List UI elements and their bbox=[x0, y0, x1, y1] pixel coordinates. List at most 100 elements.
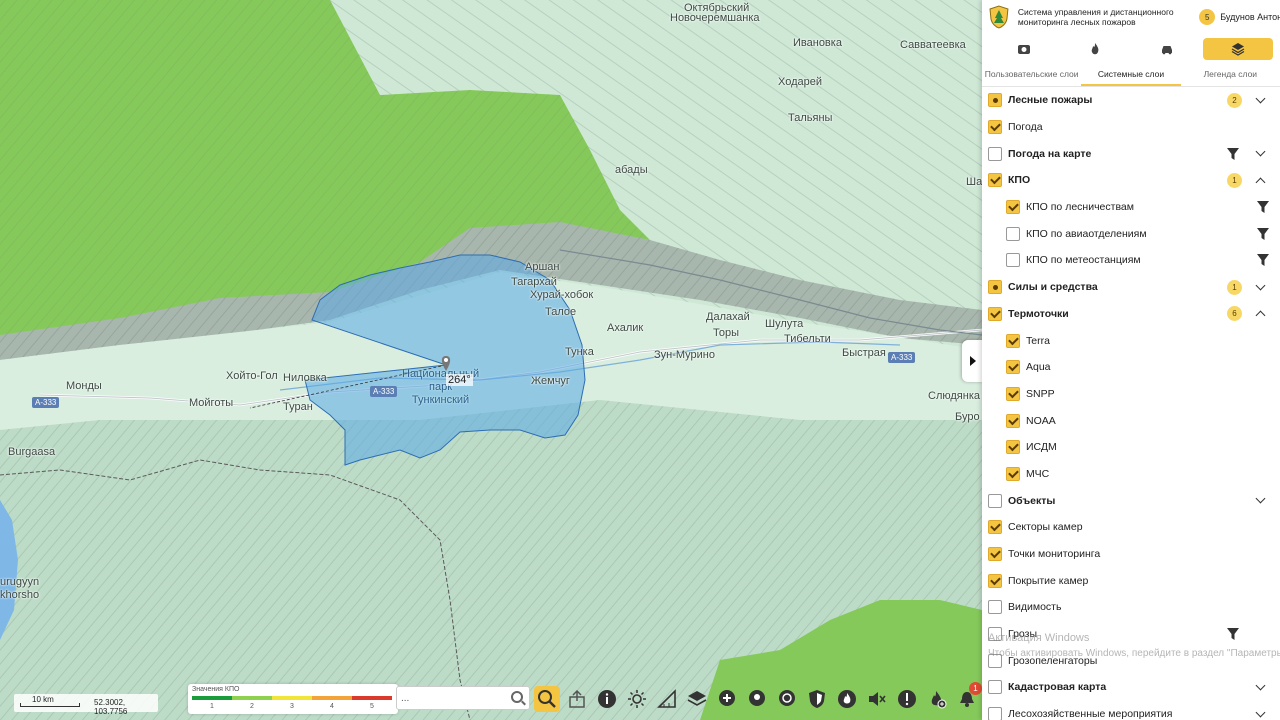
layer-row[interactable]: Погода bbox=[982, 114, 1280, 141]
layer-checkbox[interactable] bbox=[1006, 333, 1020, 348]
layer-row[interactable]: Точки мониторинга bbox=[982, 541, 1280, 568]
map-search-input[interactable]: ... bbox=[396, 686, 530, 710]
layer-count-badge: 1 bbox=[1227, 279, 1242, 295]
chevron-down-icon[interactable] bbox=[1255, 680, 1266, 691]
layer-checkbox[interactable] bbox=[988, 120, 1002, 135]
tab-vehicles[interactable] bbox=[1132, 38, 1202, 60]
place-label-bystraya: Быстрая bbox=[842, 347, 886, 359]
kpo-tick-labels: 1 2 3 4 5 bbox=[192, 703, 392, 710]
layer-row[interactable]: Силы и средства 1 bbox=[982, 274, 1280, 301]
map-canvas[interactable]: Октябрьский Новочеремшанка Ивановка Саввате… bbox=[0, 0, 982, 720]
layer-checkbox[interactable] bbox=[988, 680, 1002, 695]
layer-row[interactable]: МЧС bbox=[982, 461, 1280, 488]
tab-cameras[interactable] bbox=[989, 38, 1059, 60]
layer-checkbox[interactable] bbox=[1006, 253, 1020, 268]
panel-icon-tabs bbox=[982, 34, 1280, 64]
layer-label: Погода на карте bbox=[1008, 147, 1092, 160]
tab-fires[interactable] bbox=[1060, 38, 1130, 60]
layer-checkbox[interactable] bbox=[1006, 226, 1020, 241]
filter-icon[interactable] bbox=[1256, 253, 1270, 267]
filter-icon[interactable] bbox=[1256, 227, 1270, 241]
layer-checkbox[interactable] bbox=[988, 493, 1002, 508]
layer-checkbox[interactable] bbox=[1006, 466, 1020, 481]
add-point-button[interactable] bbox=[714, 686, 740, 712]
layer-label: Объекты bbox=[1008, 494, 1056, 507]
layer-row[interactable]: Terra bbox=[982, 327, 1280, 354]
layer-row[interactable]: КПО по авиаотделениям bbox=[982, 220, 1280, 247]
layer-row[interactable]: Лесные пожары 2 bbox=[982, 87, 1280, 114]
weather-button[interactable] bbox=[624, 686, 650, 712]
chevron-up-icon[interactable] bbox=[1255, 177, 1266, 188]
layer-checkbox[interactable] bbox=[1006, 200, 1020, 215]
layer-checkbox[interactable] bbox=[988, 520, 1002, 535]
add-pin-icon bbox=[719, 690, 735, 706]
layer-checkbox[interactable] bbox=[988, 306, 1002, 321]
tab-layers[interactable] bbox=[1203, 38, 1274, 60]
layer-checkbox[interactable] bbox=[988, 173, 1002, 188]
place-label-ivanovka: Ивановка bbox=[793, 37, 842, 49]
layer-checkbox[interactable] bbox=[988, 600, 1002, 615]
filter-icon[interactable] bbox=[1226, 147, 1240, 161]
place-label-mondy: Монды bbox=[66, 380, 102, 392]
chevron-down-icon[interactable] bbox=[1255, 93, 1266, 104]
layer-row[interactable]: КПО 1 bbox=[982, 167, 1280, 194]
road-badge: A-333 bbox=[370, 386, 398, 397]
share-button[interactable] bbox=[564, 686, 590, 712]
add-fire-button[interactable] bbox=[924, 686, 950, 712]
layer-row[interactable]: Кадастровая карта bbox=[982, 674, 1280, 701]
layer-row[interactable]: Aqua bbox=[982, 354, 1280, 381]
camera-button[interactable] bbox=[744, 686, 770, 712]
layer-checkbox[interactable] bbox=[1006, 413, 1020, 428]
layer-row[interactable]: Секторы камер bbox=[982, 514, 1280, 541]
shield-button[interactable] bbox=[804, 686, 830, 712]
layer-list: Лесные пожары 2 Погода Погода на карте КПО 1 К… bbox=[982, 87, 1280, 720]
search-icon[interactable] bbox=[511, 691, 523, 703]
layer-row[interactable]: Лесохозяйственные мероприятия bbox=[982, 701, 1280, 720]
collapse-panel-button[interactable] bbox=[962, 340, 982, 382]
user-name[interactable]: Будунов Антон bbox=[1220, 12, 1280, 22]
fire-icon bbox=[1091, 43, 1099, 55]
sub-tab-1[interactable]: Системные слои bbox=[1081, 64, 1181, 86]
layer-row[interactable]: SNPP bbox=[982, 381, 1280, 408]
layer-checkbox[interactable] bbox=[988, 547, 1002, 562]
layer-checkbox[interactable] bbox=[1006, 440, 1020, 455]
layer-row[interactable]: Погода на карте bbox=[982, 140, 1280, 167]
layer-row[interactable]: NOAA bbox=[982, 407, 1280, 434]
layer-row[interactable]: Видимость bbox=[982, 594, 1280, 621]
sub-tab-0[interactable]: Пользовательские слои bbox=[982, 64, 1081, 86]
fire-button[interactable] bbox=[834, 686, 860, 712]
sub-tab-2[interactable]: Легенда слои bbox=[1181, 64, 1280, 86]
layer-checkbox[interactable] bbox=[988, 146, 1002, 161]
alert-button[interactable] bbox=[894, 686, 920, 712]
layer-checkbox[interactable] bbox=[988, 573, 1002, 588]
layer-row[interactable]: КПО по лесничествам bbox=[982, 194, 1280, 221]
layer-label: Terra bbox=[1026, 334, 1050, 347]
layer-row[interactable]: Объекты bbox=[982, 487, 1280, 514]
layers-button[interactable] bbox=[684, 686, 710, 712]
kpo-tick-label: 5 bbox=[370, 703, 374, 710]
layer-row[interactable]: Покрытие камер bbox=[982, 567, 1280, 594]
chevron-down-icon[interactable] bbox=[1255, 280, 1266, 291]
layer-row[interactable]: ИСДМ bbox=[982, 434, 1280, 461]
layer-row[interactable]: Термоточки 6 bbox=[982, 301, 1280, 328]
layer-checkbox[interactable] bbox=[988, 280, 1002, 295]
filter-icon[interactable] bbox=[1256, 200, 1270, 214]
chevron-up-icon[interactable] bbox=[1255, 310, 1266, 321]
layer-checkbox[interactable] bbox=[988, 707, 1002, 720]
mute-button[interactable] bbox=[864, 686, 890, 712]
layer-checkbox[interactable] bbox=[988, 93, 1002, 108]
zoom-search-button[interactable] bbox=[534, 686, 560, 712]
chevron-down-icon[interactable] bbox=[1255, 146, 1266, 157]
location-button[interactable] bbox=[774, 686, 800, 712]
measure-button[interactable] bbox=[654, 686, 680, 712]
notifications-button[interactable]: 1 bbox=[954, 682, 982, 712]
windows-activation-watermark: Активация Windows bbox=[988, 632, 1090, 644]
layer-checkbox[interactable] bbox=[1006, 360, 1020, 375]
info-button[interactable] bbox=[594, 686, 620, 712]
layer-checkbox[interactable] bbox=[1006, 386, 1020, 401]
chevron-down-icon[interactable] bbox=[1255, 707, 1266, 718]
layer-row[interactable]: КПО по метеостанциям bbox=[982, 247, 1280, 274]
chevron-down-icon[interactable] bbox=[1255, 493, 1266, 504]
bearing-label: 264° bbox=[446, 374, 473, 386]
filter-icon[interactable] bbox=[1226, 627, 1240, 641]
